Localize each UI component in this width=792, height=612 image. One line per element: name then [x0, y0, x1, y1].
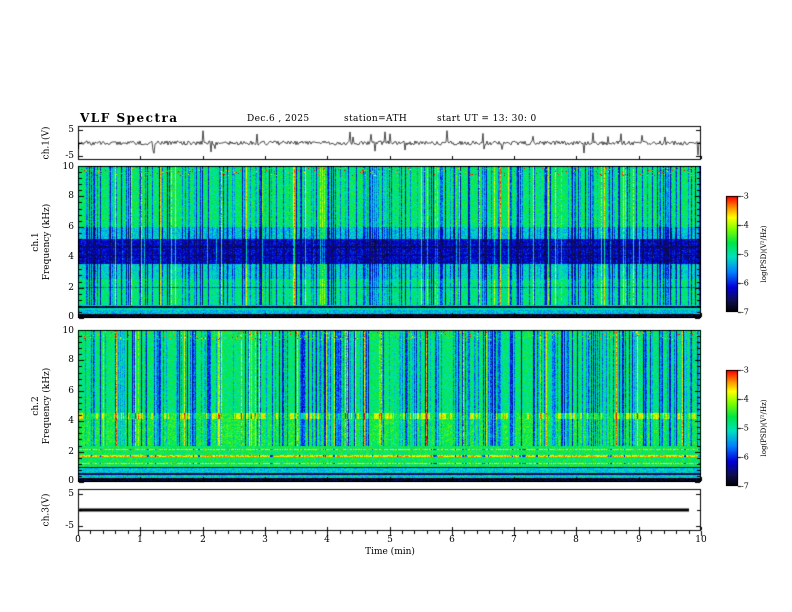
- x-tick-label: 4: [324, 535, 330, 545]
- x-tick-label: 1: [137, 535, 143, 545]
- spec1-ytick: 4: [68, 252, 74, 262]
- ch1-spectrogram-frequency-label: Frequency (kHz): [42, 203, 52, 281]
- spec2-ytick: 0: [68, 476, 74, 486]
- ch2-spectrogram-frequency-label: Frequency (kHz): [42, 367, 52, 445]
- colorbar2-label: log(PSD)(V²/Hz): [760, 399, 768, 457]
- x-tick-label: 3: [262, 535, 268, 545]
- figure-title: VLF Spectra: [80, 111, 179, 125]
- ch1-spectrogram-channel-label: ch.1: [31, 232, 41, 252]
- spec2-ytick: 6: [68, 386, 74, 396]
- ch1-spectrogram-ylabel: ch.1 Frequency (kHz): [31, 204, 53, 281]
- x-tick-label: 7: [511, 535, 517, 545]
- colorbar-2: [726, 370, 738, 486]
- x-tick-label: 5: [387, 535, 393, 545]
- ch1-waveform-plot: [78, 126, 701, 160]
- ch3-wave-ytick: -5: [65, 521, 74, 531]
- figure-station: station=ATH: [344, 114, 408, 124]
- x-tick-label: 9: [636, 535, 642, 545]
- colorbar1-tick: -3: [741, 191, 749, 201]
- spec2-ytick: 10: [62, 326, 74, 336]
- spec1-ytick: 8: [68, 191, 74, 201]
- ch2-spectrogram-channel-label: ch.2: [31, 396, 41, 416]
- x-tick-label: 2: [200, 535, 206, 545]
- x-tick-label: 10: [695, 535, 707, 545]
- spec1-ytick: 10: [62, 162, 74, 172]
- colorbar1-label: log(PSD)(V²/Hz): [760, 225, 768, 283]
- ch3-wave-ytick: 5: [68, 489, 74, 499]
- spec2-ytick: 8: [68, 355, 74, 365]
- colorbar2-tick: -3: [741, 365, 749, 375]
- colorbar2-tick: -7: [741, 481, 749, 491]
- spec2-ytick: 4: [68, 416, 74, 426]
- figure-start-ut: start UT = 13: 30: 0: [437, 114, 537, 124]
- ch1-wave-ytick: -5: [65, 151, 74, 161]
- ch1-spectrogram-plot: [78, 166, 701, 318]
- ch2-spectrogram-plot: [78, 330, 701, 482]
- ch1-wave-ytick: 5: [68, 125, 74, 135]
- spec1-ytick: 0: [68, 312, 74, 322]
- spec1-ytick: 2: [68, 283, 74, 293]
- x-axis-label: Time (min): [365, 547, 415, 557]
- x-tick-label: 6: [449, 535, 455, 545]
- figure-date: Dec.6 , 2025: [247, 114, 310, 124]
- spec1-ytick: 6: [68, 222, 74, 232]
- x-tick-label: 8: [573, 535, 579, 545]
- colorbar1-tick: -7: [741, 307, 749, 317]
- ch3-waveform-plot: [78, 489, 701, 531]
- x-tick-label: 0: [75, 535, 81, 545]
- colorbar-1: [726, 196, 738, 312]
- spec2-ytick: 2: [68, 447, 74, 457]
- vlf-spectra-figure: VLF Spectra Dec.6 , 2025 station=ATH sta…: [0, 0, 792, 612]
- ch2-spectrogram-ylabel: ch.2 Frequency (kHz): [31, 368, 53, 445]
